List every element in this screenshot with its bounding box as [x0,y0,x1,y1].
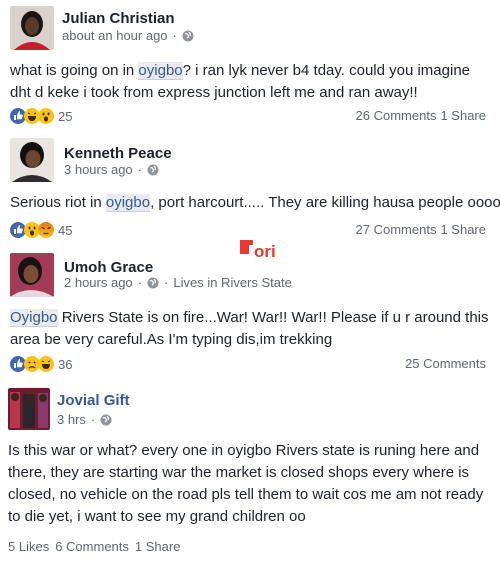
dot-separator: · [164,275,169,290]
post-text-end: Rivers State is on fire...War! War!! War… [10,309,489,348]
location-text: Lives in Rivers State [173,275,292,290]
laugh-icon [38,356,54,372]
timestamp[interactable]: about an hour ago [62,28,168,43]
post-text: what is going on in oyigbo? i ran lyk ne… [10,60,490,104]
post-meta: 3 hours ago · [64,162,159,177]
dot-separator: · [137,162,143,177]
post-jovial-gift: Jovial Gift 3 hrs · Is this war or what?… [0,380,500,562]
reaction-count: 25 [58,108,73,124]
avatar[interactable] [10,138,54,182]
timestamp[interactable]: 2 hours ago [64,275,133,290]
globe-icon [100,414,112,425]
post-text: Is this war or what? every one in oyigbo… [8,442,484,525]
reaction-count: 45 [58,222,73,238]
globe-icon [147,164,159,175]
globe-icon [147,277,159,288]
avatar[interactable] [10,253,54,297]
author-name[interactable]: Umoh Grace [64,259,153,276]
dot-separator: · [172,28,177,43]
wow-icon [38,108,54,124]
comments-link[interactable]: 6 Comments [55,539,129,554]
post-text-start: what is going on in [10,62,139,79]
shares-link[interactable]: 1 Share [440,222,486,237]
reaction-count: 36 [58,356,73,372]
post-umoh-grace: Umoh Grace 2 hours ago · · Lives in Rive… [0,245,500,380]
engagement-counts: 27 Comments 1 Share [356,222,486,237]
post-text: Serious riot in oyigbo, port harcourt...… [10,192,500,214]
post-text-start: Serious riot in [10,194,106,211]
globe-icon [182,30,194,41]
author-name[interactable]: Jovial Gift [57,392,130,409]
post-meta: 3 hrs · [57,412,112,427]
post-meta: 2 hours ago · · Lives in Rivers State [64,275,292,290]
engagement-counts: 25 Comments [405,356,486,371]
hashtag-link[interactable]: oyigbo [105,194,151,212]
author-name[interactable]: Kenneth Peace [64,145,172,162]
timestamp[interactable]: 3 hrs [57,412,86,427]
shares-link[interactable]: 1 Share [440,108,486,123]
comments-link[interactable]: 26 Comments [356,108,437,123]
reactions-bar[interactable]: 25 [10,108,72,124]
hashtag-link[interactable]: oyigbo [138,62,183,80]
reactions-bar[interactable]: 45 [10,222,72,238]
post-kenneth-peace: Kenneth Peace 3 hours ago · Serious riot… [0,130,500,245]
comments-link[interactable]: 27 Comments [356,222,437,237]
likes-link[interactable]: 5 Likes [8,539,49,554]
engagement-counts: 26 Comments 1 Share [356,108,486,123]
reactions-bar[interactable]: 36 [10,356,72,372]
shares-link[interactable]: 1 Share [135,539,181,554]
post-text: Oyigbo Rivers State is on fire...War! Wa… [10,307,490,351]
dot-separator: · [90,412,96,427]
hashtag-link[interactable]: Oyigbo [10,309,58,327]
post-meta: about an hour ago · [62,28,194,43]
dot-separator: · [137,275,143,290]
avatar[interactable] [10,6,54,50]
angry-icon [38,222,54,238]
post-text-end: , port harcourt..... They are killing ha… [150,194,500,211]
post-julian-christian: Julian Christian about an hour ago · wha… [0,0,500,130]
comments-link[interactable]: 25 Comments [405,356,486,371]
avatar[interactable] [8,388,50,430]
engagement-counts: 5 Likes 6 Comments 1 Share [8,539,180,554]
author-name[interactable]: Julian Christian [62,10,175,27]
timestamp[interactable]: 3 hours ago [64,162,133,177]
